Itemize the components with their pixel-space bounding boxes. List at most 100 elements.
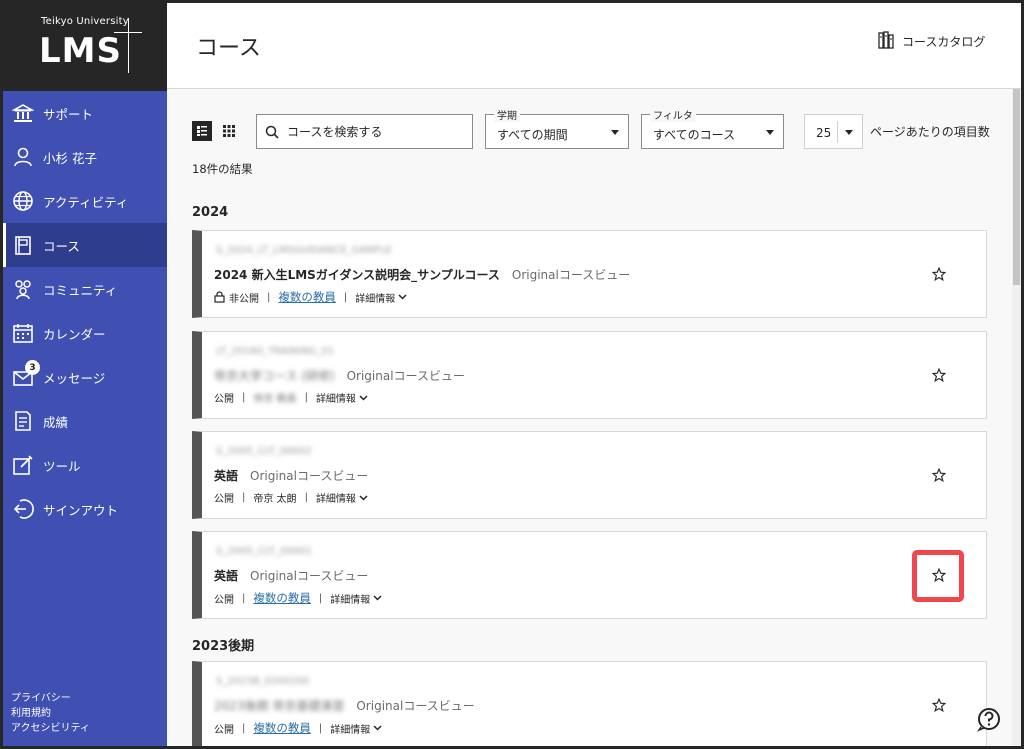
favorite-star-button[interactable] xyxy=(928,694,950,716)
grid-view-icon xyxy=(223,125,235,137)
course-view-type: Originalコースビュー xyxy=(346,369,465,383)
favorite-star-button[interactable] xyxy=(928,364,950,386)
meta-separator: | xyxy=(304,492,308,503)
per-page-select[interactable]: 25 xyxy=(804,114,863,149)
grid-view-button[interactable] xyxy=(219,121,239,141)
course-title[interactable]: 2024 新入生LMSガイダンス説明会_サンプルコース xyxy=(214,266,500,283)
star-icon xyxy=(932,468,946,482)
course-title-row: 2024 新入生LMSガイダンス説明会_サンプルコース Originalコースビ… xyxy=(214,266,630,283)
user-icon xyxy=(11,145,35,169)
star-icon xyxy=(932,368,946,382)
course-title[interactable]: 帝京大学コース (研修) xyxy=(214,367,335,384)
instructor-name: 帝京 太朗 xyxy=(253,494,297,505)
catalog-icon xyxy=(878,30,898,53)
course-catalog-button[interactable]: コースカタログ xyxy=(878,30,985,53)
vertical-scrollbar[interactable] xyxy=(1012,89,1021,746)
sidebar-footer: プライバシー 利用規約 アクセシビリティ xyxy=(11,691,90,736)
sidebar-item-calendar[interactable]: カレンダー xyxy=(3,311,167,355)
caret-down-icon xyxy=(845,130,853,135)
sidebar-item-activity[interactable]: アクティビティ xyxy=(3,179,167,223)
course-card[interactable]: S_2024_LT_LMSGUIDANCE_SAMPLE 2024 新入生LMS… xyxy=(192,230,987,318)
sidebar-item-label: カレンダー xyxy=(43,326,106,342)
course-id: S_2024_LT_LMSGUIDANCE_SAMPLE xyxy=(216,245,392,256)
chevron-down-icon xyxy=(373,595,382,601)
search-input[interactable] xyxy=(287,124,457,139)
sidebar-item-label: サポート xyxy=(43,106,94,122)
year-heading: 2023後期 xyxy=(192,639,255,654)
caret-down-icon xyxy=(766,130,774,135)
sidebar-item-grades[interactable]: 成績 xyxy=(3,399,167,443)
results-count: 18件の結果 xyxy=(192,162,253,176)
course-view-type: Originalコースビュー xyxy=(511,268,631,282)
help-button[interactable] xyxy=(976,706,1002,732)
meta-separator: | xyxy=(318,722,323,734)
course-card[interactable]: S_2005_CLT_00002 英語 Originalコースビュー 公開 | … xyxy=(192,431,987,519)
details-label: 詳細情報 xyxy=(330,594,371,606)
details-toggle[interactable]: 詳細情報 xyxy=(355,290,407,305)
details-toggle[interactable]: 詳細情報 xyxy=(316,490,368,505)
sidebar-item-messages[interactable]: 3 メッセージ xyxy=(3,355,167,399)
lock-icon xyxy=(214,291,225,303)
course-status: 非公開 xyxy=(229,293,259,305)
catalog-label: コースカタログ xyxy=(902,35,986,49)
page-header: コース コースカタログ xyxy=(167,3,1021,89)
course-search[interactable] xyxy=(256,114,473,149)
course-title[interactable]: 英語 xyxy=(214,567,238,584)
privacy-link[interactable]: プライバシー xyxy=(11,691,90,706)
favorite-star-button[interactable] xyxy=(928,263,950,285)
sign-out-icon xyxy=(11,497,35,521)
filter-select[interactable]: フィルタ すべてのコース xyxy=(641,107,784,149)
sidebar-item-label: ツール xyxy=(43,458,81,474)
calendar-icon xyxy=(11,321,35,345)
lms-logo[interactable]: Teikyo University LMS xyxy=(3,3,167,91)
chevron-down-icon xyxy=(359,494,368,501)
details-toggle[interactable]: 詳細情報 xyxy=(330,721,382,736)
logo-plus-horizontal xyxy=(114,32,142,33)
sidebar-item-profile[interactable]: 小杉 花子 xyxy=(3,135,167,179)
scrollbar-thumb[interactable] xyxy=(1013,89,1020,285)
instructor-link[interactable]: 複数の教員 xyxy=(253,720,311,736)
term-legend: 学期 xyxy=(494,107,520,122)
course-card[interactable]: S_2005_CLT_00001 英語 Originalコースビュー 公開 | … xyxy=(192,531,987,619)
community-icon xyxy=(11,277,35,301)
sidebar-item-tools[interactable]: ツール xyxy=(3,443,167,487)
accessibility-link[interactable]: アクセシビリティ xyxy=(11,721,90,736)
course-meta: 公開 | 複数の教員 | 詳細情報 xyxy=(214,720,382,736)
course-card[interactable]: LT_20160_TRAINING_01 帝京大学コース (研修) Origin… xyxy=(192,331,987,419)
course-id: S_2023B_0200200 xyxy=(216,676,310,687)
course-title-row: 帝京大学コース (研修) Originalコースビュー xyxy=(214,367,465,384)
details-label: 詳細情報 xyxy=(315,394,356,405)
star-icon xyxy=(932,267,946,281)
instructor-link[interactable]: 複数の教員 xyxy=(278,289,336,305)
course-id: S_2005_CLT_00001 xyxy=(216,546,312,557)
instructor-link[interactable]: 複数の教員 xyxy=(253,590,311,606)
instructor-name: 帝京 教員 xyxy=(253,394,297,405)
list-view-icon xyxy=(197,126,207,136)
logo-university: Teikyo University xyxy=(41,16,129,27)
caret-down-icon xyxy=(611,130,619,135)
details-toggle[interactable]: 詳細情報 xyxy=(330,591,382,606)
sidebar-item-courses[interactable]: コース xyxy=(3,223,167,267)
course-title[interactable]: 2023後期 帝京基礎演習 xyxy=(214,697,344,714)
terms-link[interactable]: 利用規約 xyxy=(11,706,90,721)
details-toggle[interactable]: 詳細情報 xyxy=(316,390,368,405)
favorite-star-button[interactable] xyxy=(928,464,950,486)
term-select[interactable]: 学期 すべての期間 xyxy=(485,107,629,149)
sidebar-item-support[interactable]: サポート xyxy=(3,91,167,135)
main-content: コース コースカタログ 学期 すべての期間 フィルタ すべての xyxy=(167,3,1021,746)
sidebar-item-sign-out[interactable]: サインアウト xyxy=(3,487,167,531)
list-view-button[interactable] xyxy=(192,121,212,141)
course-view-type: Originalコースビュー xyxy=(356,699,475,713)
grades-icon xyxy=(11,409,35,433)
course-status: 公開 xyxy=(214,494,234,505)
course-icon xyxy=(11,233,35,257)
logo-text: LMS xyxy=(39,31,122,71)
year-heading: 2024 xyxy=(192,205,229,220)
sidebar-item-community[interactable]: コミュニティ xyxy=(3,267,167,311)
course-card[interactable]: S_2023B_0200200 2023後期 帝京基礎演習 Originalコー… xyxy=(192,661,987,746)
highlight-box xyxy=(912,550,964,602)
course-title[interactable]: 英語 xyxy=(214,467,238,484)
sidebar-item-label: コース xyxy=(43,238,80,254)
course-status: 公開 xyxy=(214,594,234,606)
sidebar-item-label: メッセージ xyxy=(43,370,106,386)
